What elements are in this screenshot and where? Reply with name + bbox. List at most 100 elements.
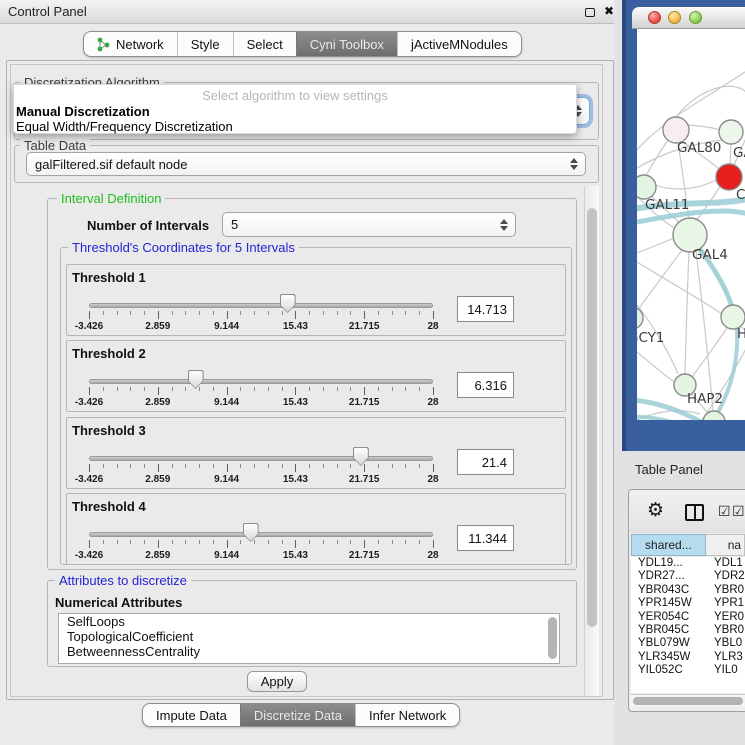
attribute-list-item[interactable]: SelfLoops — [59, 614, 559, 629]
network-edge[interactable] — [637, 249, 683, 314]
number-of-intervals-combobox[interactable]: 5 — [222, 212, 516, 237]
zoom-traffic-light-icon[interactable] — [689, 11, 702, 24]
algorithm-dropdown-popup: Select algorithm to view settings Manual… — [13, 84, 577, 134]
slider-tick-label: 21.715 — [349, 550, 380, 561]
list-scrollbar-thumb[interactable] — [548, 617, 557, 659]
threshold-value-field[interactable]: 21.4 — [457, 449, 514, 475]
table-row[interactable]: YIL052C YIL0 — [631, 664, 745, 677]
slider-tick — [240, 387, 241, 391]
tab-select[interactable]: Select — [233, 32, 296, 56]
top-tab-bar: Network Style Select Cyni Toolbox jActiv… — [83, 31, 522, 57]
table-row[interactable]: YBR045C YBR0 — [631, 624, 745, 637]
algorithm-option-equal-width[interactable]: Equal Width/Frequency Discretization — [16, 119, 233, 134]
hscrollbar-thumb[interactable] — [633, 697, 743, 705]
apply-button[interactable]: Apply — [247, 671, 307, 692]
node-top-right[interactable] — [719, 120, 743, 144]
network-edge[interactable] — [696, 251, 713, 411]
attribute-list-item[interactable]: TopologicalCoefficient — [59, 629, 559, 644]
checkbox-icon[interactable]: ☑ — [718, 503, 731, 520]
cell-name: YBL0 — [709, 637, 745, 650]
tab-infer-network[interactable]: Infer Network — [355, 704, 459, 726]
cell-shared-name: YLR345W — [631, 651, 709, 664]
network-edge[interactable] — [655, 180, 716, 189]
threshold-panel: Threshold 2 -3.4262.8599.14415.4321.7152… — [66, 340, 566, 412]
node-bottom[interactable] — [703, 411, 725, 420]
slider-tick-label: 2.859 — [145, 397, 170, 408]
network-edge-highlighted[interactable] — [637, 417, 690, 420]
table-horizontal-scrollbar[interactable] — [630, 694, 745, 707]
slider-tick — [240, 464, 241, 468]
checkbox-icon[interactable]: ☑ — [732, 503, 745, 520]
tab-style[interactable]: Style — [177, 32, 233, 56]
threshold-slider-handle[interactable] — [353, 447, 369, 466]
network-edge[interactable] — [685, 252, 689, 374]
close-traffic-light-icon[interactable] — [648, 11, 661, 24]
split-view-icon[interactable] — [685, 504, 704, 521]
slider-tick — [89, 464, 90, 472]
slider-tick — [103, 464, 104, 468]
slider-tick — [295, 311, 296, 319]
combo-arrows-icon — [500, 219, 508, 231]
table-data-combobox[interactable]: galFiltered.sif default node — [26, 152, 586, 176]
slider-tick — [158, 311, 159, 319]
threshold-slider-track[interactable] — [89, 456, 433, 461]
attribute-list-item[interactable]: BetweennessCentrality — [59, 644, 559, 659]
window-frame-edge — [622, 0, 626, 451]
table-row[interactable]: YPR145W YPR1 — [631, 597, 745, 610]
threshold-value-field[interactable]: 14.713 — [457, 296, 514, 322]
table-row[interactable]: YDR27... YDR2 — [631, 570, 745, 583]
column-header-shared[interactable]: shared... — [631, 534, 706, 556]
slider-tick — [227, 540, 228, 548]
content-scrollbar[interactable] — [584, 186, 599, 696]
cell-name: YPR1 — [709, 597, 745, 610]
network-edge[interactable] — [637, 352, 677, 384]
threshold-slider-track[interactable] — [89, 303, 433, 308]
threshold-slider-handle[interactable] — [188, 370, 204, 389]
threshold-value-field[interactable]: 11.344 — [457, 525, 514, 551]
slider-tick — [282, 311, 283, 315]
table-row[interactable]: YDL19... YDL1 — [631, 557, 745, 570]
threshold-slider-track[interactable] — [89, 379, 433, 384]
float-window-icon[interactable] — [585, 8, 595, 17]
table-row[interactable]: YLR345W YLR3 — [631, 651, 745, 664]
slider-tick — [392, 540, 393, 544]
slider-tick — [254, 387, 255, 391]
tab-discretize-data[interactable]: Discretize Data — [240, 704, 355, 726]
tab-label: Impute Data — [156, 708, 227, 723]
table-row[interactable]: YBR043C YBR0 — [631, 584, 745, 597]
network-edge[interactable] — [687, 125, 720, 130]
thresholds-panels: Threshold 1 -3.4262.8599.14415.4321.7152… — [60, 247, 572, 565]
network-edge[interactable] — [646, 140, 668, 176]
tab-cyni-toolbox[interactable]: Cyni Toolbox — [296, 32, 397, 56]
network-edge[interactable] — [730, 144, 731, 164]
network-canvas[interactable]: GAL80GACGAL11GAL4GCY1HHAP2 — [637, 29, 745, 420]
network-edge[interactable] — [702, 345, 745, 420]
slider-tick — [185, 311, 186, 315]
slider-tick — [405, 311, 406, 315]
network-edge[interactable] — [637, 238, 674, 256]
slider-tick — [337, 540, 338, 544]
gear-icon[interactable]: ⚙ — [647, 499, 664, 522]
table-row[interactable]: YBL079W YBL0 — [631, 637, 745, 650]
scrollbar-thumb[interactable] — [587, 208, 597, 627]
threshold-value-field[interactable]: 6.316 — [457, 372, 514, 398]
tab-impute-data[interactable]: Impute Data — [143, 704, 240, 726]
close-icon[interactable]: ✖ — [604, 4, 614, 18]
algorithm-option-manual[interactable]: Manual Discretization — [16, 104, 150, 119]
tab-jactivemnodules[interactable]: jActiveMNodules — [397, 32, 521, 56]
network-window-titlebar[interactable] — [632, 7, 745, 29]
numerical-attributes-list[interactable]: SelfLoopsTopologicalCoefficientBetweenne… — [58, 613, 560, 664]
node-gcy1[interactable] — [637, 307, 643, 329]
slider-tick — [227, 311, 228, 319]
table-row[interactable]: YER054C YER0 — [631, 611, 745, 624]
threshold-slider-handle[interactable] — [243, 523, 259, 542]
tab-network[interactable]: Network — [84, 32, 177, 56]
slider-tick — [323, 540, 324, 544]
node-gal11[interactable] — [637, 175, 656, 199]
column-header-name[interactable]: na — [706, 534, 745, 556]
slider-tick — [199, 311, 200, 315]
slider-tick — [378, 464, 379, 468]
minimize-traffic-light-icon[interactable] — [668, 11, 681, 24]
threshold-slider-track[interactable] — [89, 532, 433, 537]
network-edge[interactable] — [676, 86, 745, 117]
